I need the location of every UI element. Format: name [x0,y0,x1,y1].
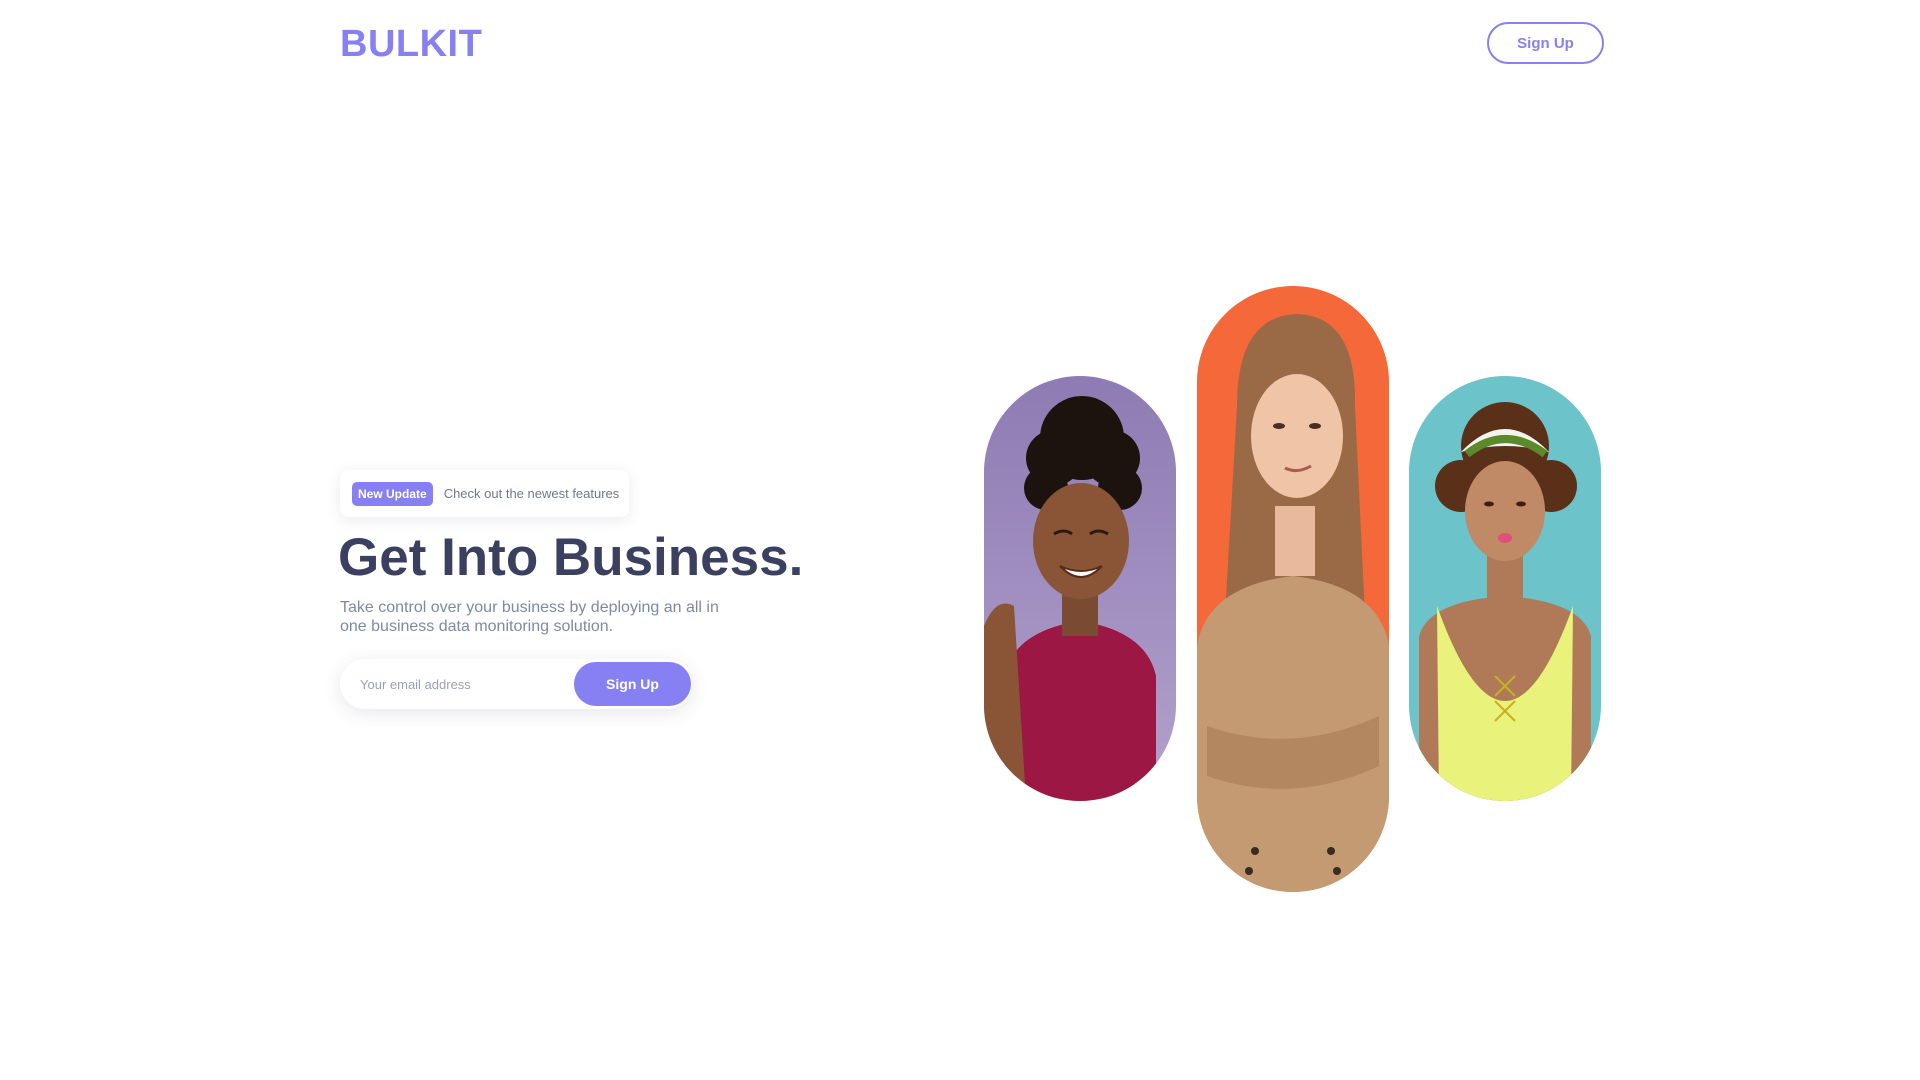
landing-page: BULKIT Sign Up New Update Check out the … [0,0,1920,1080]
update-announcement[interactable]: New Update Check out the newest features [340,470,629,517]
brand-logo[interactable]: BULKIT [340,20,482,68]
eye-right [1516,501,1526,507]
face-shape [1465,461,1545,561]
face-shape [1033,483,1129,599]
eye-left [1273,423,1285,429]
sweater-shape [1004,621,1156,801]
portrait-image [1409,376,1601,801]
portrait-woman-orange [1197,286,1389,892]
form-signup-button[interactable]: Sign Up [574,662,691,706]
portrait-woman-purple [984,376,1176,801]
update-text: Check out the newest features [443,486,620,501]
header-signup-button[interactable]: Sign Up [1487,22,1604,64]
portrait-image [1197,286,1389,892]
email-input[interactable] [340,659,570,709]
portrait-image [984,376,1176,801]
lips-shape [1498,533,1512,543]
new-update-badge: New Update [352,481,433,506]
eye-right [1309,423,1321,429]
eye-left [1484,501,1494,507]
neck-shape [1275,506,1315,576]
hero-title: Get Into Business. [338,528,804,587]
email-signup-form: Sign Up [340,659,692,709]
face-shape [1251,374,1343,498]
portrait-woman-teal [1409,376,1601,801]
hero-subtitle: Take control over your business by deplo… [340,599,719,635]
